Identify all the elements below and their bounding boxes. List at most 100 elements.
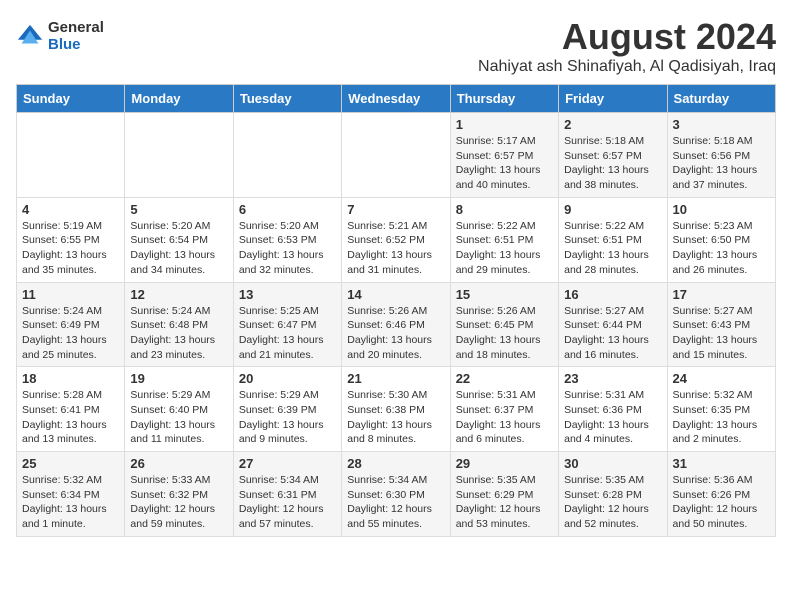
weekday-header-monday: Monday (125, 85, 233, 113)
calendar-cell: 17 Sunrise: 5:27 AM Sunset: 6:43 PM Dayli… (667, 282, 775, 367)
weekday-header-saturday: Saturday (667, 85, 775, 113)
calendar-cell: 12 Sunrise: 5:24 AM Sunset: 6:48 PM Dayli… (125, 282, 233, 367)
calendar-cell: 24 Sunrise: 5:32 AM Sunset: 6:35 PM Dayli… (667, 367, 775, 452)
weekday-header-friday: Friday (559, 85, 667, 113)
day-info: Sunrise: 5:26 AM Sunset: 6:45 PM Dayligh… (456, 304, 553, 363)
weekday-header-tuesday: Tuesday (233, 85, 341, 113)
calendar-cell: 19 Sunrise: 5:29 AM Sunset: 6:40 PM Dayli… (125, 367, 233, 452)
day-number: 18 (22, 371, 119, 386)
day-info: Sunrise: 5:22 AM Sunset: 6:51 PM Dayligh… (564, 219, 661, 278)
day-number: 15 (456, 287, 553, 302)
day-number: 14 (347, 287, 444, 302)
day-number: 13 (239, 287, 336, 302)
day-number: 27 (239, 456, 336, 471)
subtitle: Nahiyat ash Shinafiyah, Al Qadisiyah, Ir… (478, 58, 776, 76)
day-number: 21 (347, 371, 444, 386)
week-row-3: 11Sunrise: 5:24 AM Sunset: 6:49 PM Dayli… (17, 282, 776, 367)
calendar-cell: 11Sunrise: 5:24 AM Sunset: 6:49 PM Dayli… (17, 282, 125, 367)
day-info: Sunrise: 5:31 AM Sunset: 6:37 PM Dayligh… (456, 388, 553, 447)
day-number: 19 (130, 371, 227, 386)
day-info: Sunrise: 5:30 AM Sunset: 6:38 PM Dayligh… (347, 388, 444, 447)
day-number: 5 (130, 202, 227, 217)
calendar-cell: 3 Sunrise: 5:18 AM Sunset: 6:56 PM Daylig… (667, 113, 775, 198)
calendar: SundayMondayTuesdayWednesdayThursdayFrid… (16, 84, 776, 537)
calendar-cell: 28 Sunrise: 5:34 AM Sunset: 6:30 PM Dayli… (342, 452, 450, 537)
day-number: 9 (564, 202, 661, 217)
week-row-1: 1 Sunrise: 5:17 AM Sunset: 6:57 PM Daylig… (17, 113, 776, 198)
day-info: Sunrise: 5:17 AM Sunset: 6:57 PM Dayligh… (456, 134, 553, 193)
day-info: Sunrise: 5:34 AM Sunset: 6:31 PM Dayligh… (239, 473, 336, 532)
calendar-cell: 22 Sunrise: 5:31 AM Sunset: 6:37 PM Dayli… (450, 367, 558, 452)
weekday-row: SundayMondayTuesdayWednesdayThursdayFrid… (17, 85, 776, 113)
day-info: Sunrise: 5:25 AM Sunset: 6:47 PM Dayligh… (239, 304, 336, 363)
day-number: 28 (347, 456, 444, 471)
day-info: Sunrise: 5:29 AM Sunset: 6:39 PM Dayligh… (239, 388, 336, 447)
day-number: 7 (347, 202, 444, 217)
weekday-header-sunday: Sunday (17, 85, 125, 113)
calendar-cell: 10Sunrise: 5:23 AM Sunset: 6:50 PM Dayli… (667, 197, 775, 282)
weekday-header-thursday: Thursday (450, 85, 558, 113)
calendar-cell: 23Sunrise: 5:31 AM Sunset: 6:36 PM Dayli… (559, 367, 667, 452)
day-info: Sunrise: 5:20 AM Sunset: 6:53 PM Dayligh… (239, 219, 336, 278)
calendar-cell: 21 Sunrise: 5:30 AM Sunset: 6:38 PM Dayli… (342, 367, 450, 452)
day-number: 6 (239, 202, 336, 217)
day-info: Sunrise: 5:35 AM Sunset: 6:29 PM Dayligh… (456, 473, 553, 532)
calendar-cell: 2Sunrise: 5:18 AM Sunset: 6:57 PM Daylig… (559, 113, 667, 198)
day-number: 29 (456, 456, 553, 471)
day-number: 1 (456, 117, 553, 132)
day-info: Sunrise: 5:19 AM Sunset: 6:55 PM Dayligh… (22, 219, 119, 278)
calendar-cell: 27 Sunrise: 5:34 AM Sunset: 6:31 PM Dayli… (233, 452, 341, 537)
day-number: 22 (456, 371, 553, 386)
week-row-4: 18Sunrise: 5:28 AM Sunset: 6:41 PM Dayli… (17, 367, 776, 452)
day-info: Sunrise: 5:27 AM Sunset: 6:44 PM Dayligh… (564, 304, 661, 363)
day-info: Sunrise: 5:27 AM Sunset: 6:43 PM Dayligh… (673, 304, 770, 363)
logo: General Blue (16, 20, 104, 53)
calendar-cell (233, 113, 341, 198)
calendar-cell: 1 Sunrise: 5:17 AM Sunset: 6:57 PM Daylig… (450, 113, 558, 198)
day-number: 30 (564, 456, 661, 471)
day-number: 24 (673, 371, 770, 386)
day-number: 16 (564, 287, 661, 302)
calendar-cell: 18Sunrise: 5:28 AM Sunset: 6:41 PM Dayli… (17, 367, 125, 452)
calendar-cell: 6 Sunrise: 5:20 AM Sunset: 6:53 PM Daylig… (233, 197, 341, 282)
calendar-cell: 7Sunrise: 5:21 AM Sunset: 6:52 PM Daylig… (342, 197, 450, 282)
logo-text: General Blue (48, 20, 104, 53)
day-info: Sunrise: 5:20 AM Sunset: 6:54 PM Dayligh… (130, 219, 227, 278)
day-number: 26 (130, 456, 227, 471)
week-row-2: 4Sunrise: 5:19 AM Sunset: 6:55 PM Daylig… (17, 197, 776, 282)
calendar-cell: 31Sunrise: 5:36 AM Sunset: 6:26 PM Dayli… (667, 452, 775, 537)
day-info: Sunrise: 5:35 AM Sunset: 6:28 PM Dayligh… (564, 473, 661, 532)
calendar-cell: 29 Sunrise: 5:35 AM Sunset: 6:29 PM Dayli… (450, 452, 558, 537)
day-number: 17 (673, 287, 770, 302)
day-number: 31 (673, 456, 770, 471)
day-info: Sunrise: 5:31 AM Sunset: 6:36 PM Dayligh… (564, 388, 661, 447)
calendar-cell: 20Sunrise: 5:29 AM Sunset: 6:39 PM Dayli… (233, 367, 341, 452)
calendar-cell (342, 113, 450, 198)
day-number: 2 (564, 117, 661, 132)
day-info: Sunrise: 5:18 AM Sunset: 6:56 PM Dayligh… (673, 134, 770, 193)
day-info: Sunrise: 5:24 AM Sunset: 6:49 PM Dayligh… (22, 304, 119, 363)
day-info: Sunrise: 5:29 AM Sunset: 6:40 PM Dayligh… (130, 388, 227, 447)
day-info: Sunrise: 5:34 AM Sunset: 6:30 PM Dayligh… (347, 473, 444, 532)
calendar-cell: 15 Sunrise: 5:26 AM Sunset: 6:45 PM Dayli… (450, 282, 558, 367)
calendar-cell: 14Sunrise: 5:26 AM Sunset: 6:46 PM Dayli… (342, 282, 450, 367)
weekday-header-wednesday: Wednesday (342, 85, 450, 113)
calendar-cell: 5 Sunrise: 5:20 AM Sunset: 6:54 PM Daylig… (125, 197, 233, 282)
calendar-cell: 8 Sunrise: 5:22 AM Sunset: 6:51 PM Daylig… (450, 197, 558, 282)
day-info: Sunrise: 5:23 AM Sunset: 6:50 PM Dayligh… (673, 219, 770, 278)
calendar-cell: 16 Sunrise: 5:27 AM Sunset: 6:44 PM Dayli… (559, 282, 667, 367)
day-info: Sunrise: 5:22 AM Sunset: 6:51 PM Dayligh… (456, 219, 553, 278)
day-number: 12 (130, 287, 227, 302)
calendar-cell: 26Sunrise: 5:33 AM Sunset: 6:32 PM Dayli… (125, 452, 233, 537)
logo-icon (16, 23, 44, 51)
logo-blue-label: Blue (48, 37, 104, 54)
calendar-cell: 13 Sunrise: 5:25 AM Sunset: 6:47 PM Dayli… (233, 282, 341, 367)
day-info: Sunrise: 5:32 AM Sunset: 6:34 PM Dayligh… (22, 473, 119, 532)
day-number: 3 (673, 117, 770, 132)
day-info: Sunrise: 5:24 AM Sunset: 6:48 PM Dayligh… (130, 304, 227, 363)
logo-general-label: General (48, 20, 104, 37)
header: General Blue August 2024 Nahiyat ash Shi… (16, 16, 776, 76)
calendar-body: 1 Sunrise: 5:17 AM Sunset: 6:57 PM Daylig… (17, 113, 776, 537)
day-number: 8 (456, 202, 553, 217)
day-info: Sunrise: 5:32 AM Sunset: 6:35 PM Dayligh… (673, 388, 770, 447)
